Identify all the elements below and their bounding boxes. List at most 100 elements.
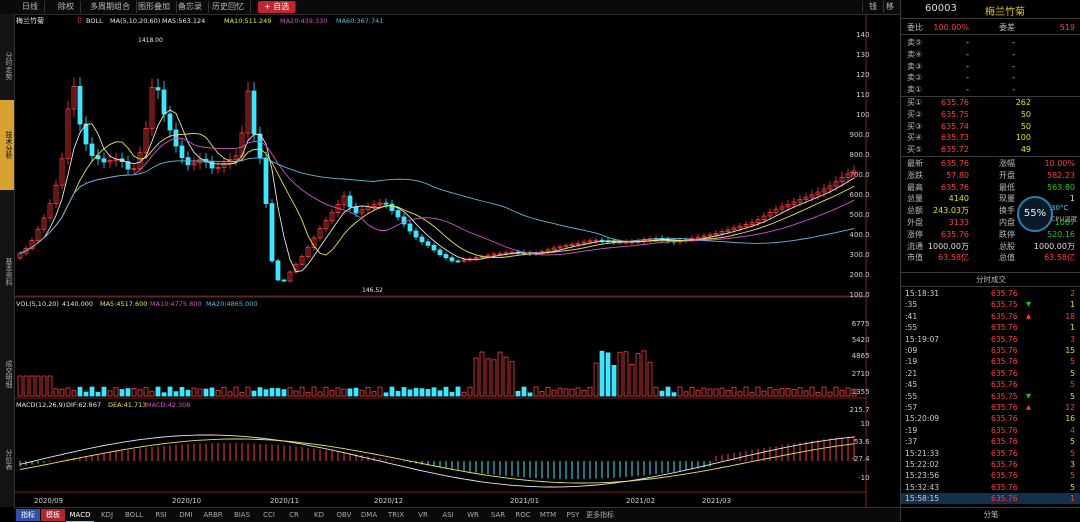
trade-volume: 18 [1065, 311, 1075, 321]
trade-row[interactable]: :55 635.76 1 [901, 322, 1080, 333]
indicator-tab[interactable]: DMI [174, 509, 198, 521]
ratio-label: 委比 [907, 23, 923, 32]
rail-tab-technical[interactable]: 技术分析 [0, 100, 14, 190]
trade-row[interactable]: 15:32:43 635.76 5 [901, 482, 1080, 493]
stat-label: 外盘 [907, 218, 923, 227]
trade-row[interactable]: :35 635.75 ▼ 1 [901, 299, 1080, 310]
indicator-tab[interactable]: RSI [149, 509, 173, 521]
macd-y-tick: -100 [858, 474, 870, 482]
trade-row[interactable]: :19 635.76 5 [901, 356, 1080, 367]
rail-tab-timeshare[interactable]: 分时走势 [0, 36, 14, 96]
stat-label: 涨停 [907, 229, 923, 239]
indicator-tab[interactable]: BOLL [120, 509, 148, 521]
volume-bar [119, 389, 125, 397]
trade-time: :09 [905, 346, 918, 355]
sell-level-label: 卖③ [907, 61, 923, 71]
trade-volume: 5 [1070, 391, 1075, 401]
stock-name: 梅兰竹菊 [985, 7, 1025, 18]
kline-chart-svg[interactable]: 梅兰竹菊 ⇧ BOLL MA(5,10,20,60) MA5:563.124 M… [13, 13, 890, 507]
trade-row[interactable]: 15:58:15 635.76 1 [901, 493, 1080, 505]
toolbar-memo-button[interactable]: 备忘录 [172, 1, 209, 13]
toolbar-right-button-2[interactable]: 移 [880, 1, 901, 13]
trade-row[interactable]: 15:22:02 635.76 3 [901, 459, 1080, 470]
sell-level-row: 卖⑤ - - [901, 37, 1080, 49]
trade-price: 635.76 [991, 289, 1018, 298]
trade-row[interactable]: :45 635.76 5 [901, 379, 1080, 390]
volume-bar [401, 387, 407, 397]
vol-ma5: MA5:4517.600 [100, 300, 147, 308]
volume-bar [485, 358, 491, 397]
stat-value: 63.58亿 [938, 253, 969, 263]
chart-area[interactable]: 梅兰竹菊 ⇧ BOLL MA(5,10,20,60) MA5:563.124 M… [13, 13, 890, 507]
volume-bar [185, 389, 191, 397]
toolbar-multiperiod-button[interactable]: 多周期组合 [84, 1, 137, 13]
ma-lines [19, 109, 855, 273]
toolbar-exright-button[interactable]: 除权 [52, 1, 81, 13]
trade-row[interactable]: 15:21:33 635.76 5 [901, 448, 1080, 459]
volume-bar [731, 386, 737, 397]
volume-bar [839, 390, 845, 397]
indicator-tab[interactable]: 模板 [41, 509, 65, 521]
trade-row[interactable]: :37 635.76 5 [901, 436, 1080, 447]
toolbar-daily-button[interactable]: 日线 [16, 1, 45, 13]
indicator-tab[interactable]: CCI [257, 509, 281, 521]
trade-row[interactable]: :09 635.76 15 [901, 345, 1080, 356]
volume-bar [773, 389, 779, 397]
trade-row[interactable]: :19 635.76 4 [901, 425, 1080, 436]
indicator-tab[interactable]: WR [461, 509, 485, 521]
indicator-tab[interactable]: MACD [66, 509, 94, 522]
indicator-tab[interactable]: ROC [511, 509, 535, 521]
trade-row[interactable]: :57 635.76 ▲ 12 [901, 402, 1080, 413]
indicator-tab[interactable]: KD [307, 509, 331, 521]
trades-footer-tab[interactable]: 分笔 [901, 509, 1080, 520]
indicator-tab[interactable]: KDJ [95, 509, 119, 521]
rail-tab-price-table[interactable]: 分价表 [0, 434, 14, 484]
y-tick-label: 1100 [856, 91, 870, 99]
trade-row[interactable]: 15:20:09 635.76 16 [901, 413, 1080, 424]
candle-body [407, 223, 413, 232]
volume-bar [707, 388, 713, 397]
rail-tab-fundamentals[interactable]: 基本资料 [0, 242, 14, 302]
volume-bar [461, 391, 467, 397]
indicator-tab[interactable]: ARBR [199, 509, 227, 521]
y-tick-label: 500.00 [850, 211, 871, 219]
trade-row[interactable]: :21 635.76 5 [901, 368, 1080, 379]
volume-bar [215, 389, 221, 397]
indicator-tab[interactable]: MTM [536, 509, 560, 521]
y-tick-label: 200.00 [850, 271, 871, 279]
volume-bar [341, 388, 347, 397]
x-axis: 2020/09 2020/10 2020/11 2020/12 2021/01 2021/… [34, 497, 731, 505]
y-tick-label: 400.00 [850, 231, 871, 239]
candle-body [431, 244, 437, 251]
indicator-tab[interactable]: SAR [486, 509, 510, 521]
indicator-tab[interactable]: OBV [332, 509, 356, 521]
trade-row[interactable]: 15:18:31 635.76 2 [901, 288, 1080, 299]
indicator-tab[interactable]: 更多指标 [586, 509, 614, 521]
stat-value-2: 1007 [1054, 218, 1075, 227]
indicator-tab[interactable]: 指标 [16, 509, 40, 521]
panel-header: 60003 梅兰竹菊 [901, 0, 1080, 19]
trade-row[interactable]: :41 635.76 ▲ 18 [901, 311, 1080, 322]
trade-row[interactable]: 15:19:07 635.76 3 [901, 334, 1080, 345]
indicator-tab[interactable]: BIAS [228, 509, 256, 521]
indicator-tab[interactable]: PSY [561, 509, 585, 521]
toolbar-overlay-button[interactable]: 图形叠加 [132, 1, 177, 13]
indicator-tab[interactable]: ASI [436, 509, 460, 521]
macd-y-tick: 215.78 [850, 406, 871, 414]
volume-bar [137, 389, 143, 397]
trade-row[interactable]: :55 635.75 ▼ 5 [901, 391, 1080, 402]
order-ratio-row: 委比 100.00% 委差 519 [901, 22, 1080, 34]
stat-value-2: 582.23 [1047, 170, 1075, 180]
trade-row[interactable]: 15:23:56 635.76 5 [901, 470, 1080, 481]
y-tick-label: 800.00 [850, 151, 871, 159]
indicator-tab[interactable]: CR [282, 509, 306, 521]
toolbar-history-button[interactable]: 历史回忆 [206, 1, 251, 13]
rail-tab-trade-detail[interactable]: 成交明细 [0, 344, 14, 404]
volume-bar [695, 389, 701, 397]
y-tick-label: 600.00 [850, 191, 871, 199]
indicator-tab[interactable]: TRIX [382, 509, 410, 521]
indicator-tab[interactable]: DMA [357, 509, 381, 521]
indicator-tab[interactable]: VR [411, 509, 435, 521]
add-watchlist-button[interactable]: + 自选 [258, 1, 297, 13]
macd-y-tick: 100 [861, 420, 870, 428]
